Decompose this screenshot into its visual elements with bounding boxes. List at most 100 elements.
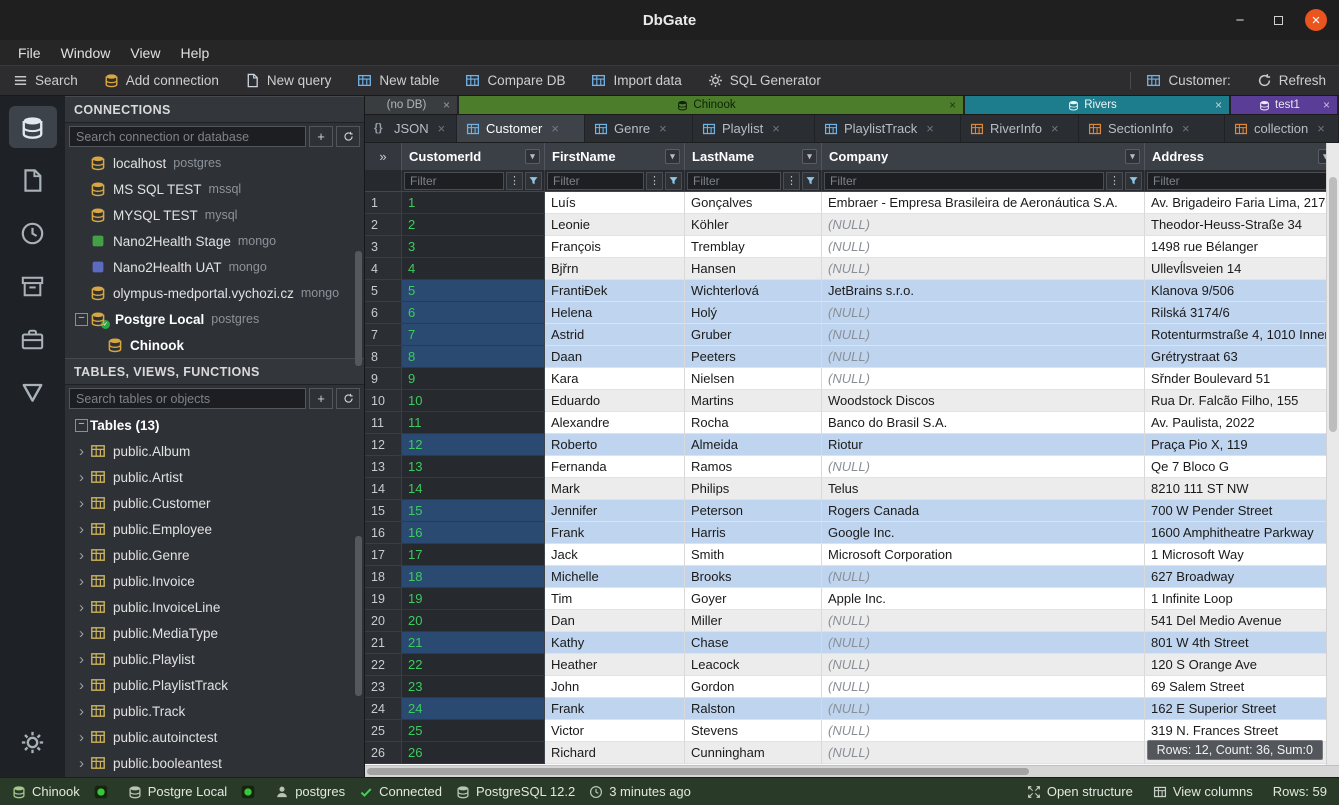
table-item[interactable]: public.PlaylistTrack [65, 672, 364, 698]
toolbar-button[interactable]: Add connection [91, 66, 232, 95]
table-row[interactable]: 11LuísGonçalvesEmbraer - Empresa Brasile… [365, 192, 1339, 214]
close-icon[interactable]: × [435, 121, 449, 136]
grid-cell[interactable]: Qe 7 Bloco G [1145, 456, 1338, 478]
grid-cell[interactable]: 6 [402, 302, 545, 324]
column-dropdown-icon[interactable]: ▾ [525, 149, 540, 164]
column-header[interactable]: CustomerId ▾ [402, 143, 545, 170]
rail-item[interactable] [9, 212, 57, 254]
row-number[interactable]: 22 [365, 654, 402, 676]
connection-item[interactable]: Nano2Health UAT mongo [65, 254, 364, 280]
toolbar-button[interactable]: Customer: [1133, 66, 1243, 95]
grid-cell[interactable]: Almeida [685, 434, 822, 456]
grid-cell[interactable]: (NULL) [822, 720, 1145, 742]
grid-cell[interactable]: 120 S Orange Ave [1145, 654, 1338, 676]
expander-icon[interactable] [73, 729, 90, 746]
grid-cell[interactable]: Rocha [685, 412, 822, 434]
grid-cell[interactable]: 1 Microsoft Way [1145, 544, 1338, 566]
row-number[interactable]: 1 [365, 192, 402, 214]
row-number[interactable]: 19 [365, 588, 402, 610]
row-number[interactable]: 10 [365, 390, 402, 412]
close-icon[interactable]: × [656, 121, 670, 136]
grid-cell[interactable]: Riotur [822, 434, 1145, 456]
grid-cell[interactable]: (NULL) [822, 214, 1145, 236]
grid-cell[interactable]: (NULL) [822, 742, 1145, 764]
grid-cell[interactable]: Ramos [685, 456, 822, 478]
grid-cell[interactable]: Sřnder Boulevard 51 [1145, 368, 1338, 390]
table-item[interactable]: public.Album [65, 438, 364, 464]
expander-icon[interactable] [73, 677, 90, 694]
menu-item[interactable]: Window [51, 43, 121, 63]
grid-cell[interactable]: JetBrains s.r.o. [822, 280, 1145, 302]
row-number[interactable]: 24 [365, 698, 402, 720]
grid-cell[interactable]: Fernanda [545, 456, 685, 478]
statusbar-item[interactable]: Postgre Local [128, 784, 228, 799]
statusbar-item[interactable]: View columns [1153, 784, 1253, 799]
row-number[interactable]: 8 [365, 346, 402, 368]
table-row[interactable]: 1313FernandaRamos(NULL)Qe 7 Bloco G [365, 456, 1339, 478]
grid-cell[interactable]: Martins [685, 390, 822, 412]
file-tab[interactable]: collection × [1225, 115, 1339, 142]
expander-icon[interactable] [73, 573, 90, 590]
file-tab[interactable]: PlaylistTrack × [815, 115, 961, 142]
grid-cell[interactable]: Hansen [685, 258, 822, 280]
row-number[interactable]: 17 [365, 544, 402, 566]
grid-cell[interactable]: Gruber [685, 324, 822, 346]
grid-cell[interactable]: Jack [545, 544, 685, 566]
file-tab[interactable]: Customer × [457, 115, 585, 142]
row-number[interactable]: 13 [365, 456, 402, 478]
table-row[interactable]: 77AstridGruber(NULL)Rotenturmstraße 4, 1… [365, 324, 1339, 346]
grid-cell[interactable]: (NULL) [822, 368, 1145, 390]
grid-cell[interactable]: Miller [685, 610, 822, 632]
grid-cell[interactable]: Tim [545, 588, 685, 610]
expander-icon[interactable] [73, 419, 90, 432]
expander-icon[interactable] [73, 495, 90, 512]
scrollbar-thumb[interactable] [1329, 177, 1337, 432]
statusbar-item[interactable] [94, 784, 114, 799]
statusbar-item[interactable]: Chinook [12, 784, 80, 799]
add-connection-icon[interactable]: + [309, 126, 333, 147]
statusbar-item[interactable]: Rows: 59 [1273, 784, 1327, 799]
grid-cell[interactable]: Chase [685, 632, 822, 654]
table-row[interactable]: 1717JackSmithMicrosoft Corporation1 Micr… [365, 544, 1339, 566]
grid-cell[interactable]: 8 [402, 346, 545, 368]
connection-item[interactable]: MYSQL TEST mysql [65, 202, 364, 228]
grid-cell[interactable]: 1 [402, 192, 545, 214]
grid-cell[interactable]: Av. Brigadeiro Faria Lima, 2170 [1145, 192, 1338, 214]
rail-item[interactable] [9, 159, 57, 201]
table-item[interactable]: public.Playlist [65, 646, 364, 672]
grid-cell[interactable]: Frank [545, 522, 685, 544]
column-header[interactable]: FirstName ▾ [545, 143, 685, 170]
file-tab[interactable]: RiverInfo × [961, 115, 1079, 142]
grid-cell[interactable]: (NULL) [822, 302, 1145, 324]
grid-cell[interactable]: Michelle [545, 566, 685, 588]
menu-item[interactable]: File [8, 43, 51, 63]
grid-cell[interactable]: Luís [545, 192, 685, 214]
row-number[interactable]: 25 [365, 720, 402, 742]
statusbar-item[interactable]: Open structure [1027, 784, 1133, 799]
close-icon[interactable]: × [440, 98, 453, 112]
grid-cell[interactable]: Leonie [545, 214, 685, 236]
menu-item[interactable]: Help [170, 43, 219, 63]
grid-cell[interactable]: 14 [402, 478, 545, 500]
rail-item[interactable] [9, 265, 57, 307]
grid-cell[interactable]: Jennifer [545, 500, 685, 522]
filter-funnel-icon[interactable] [1125, 172, 1142, 190]
grid-cell[interactable]: (NULL) [822, 258, 1145, 280]
grid-cell[interactable]: Praça Pio X, 119 [1145, 434, 1338, 456]
filter-input[interactable] [824, 172, 1104, 190]
grid-cell[interactable]: 9 [402, 368, 545, 390]
grid-cell[interactable]: Av. Paulista, 2022 [1145, 412, 1338, 434]
grid-cell[interactable]: 20 [402, 610, 545, 632]
grid-cell[interactable]: 16 [402, 522, 545, 544]
vertical-scrollbar[interactable] [1326, 143, 1339, 765]
row-number[interactable]: 26 [365, 742, 402, 764]
grid-cell[interactable]: Embraer - Empresa Brasileira de Aeronáut… [822, 192, 1145, 214]
grid-cell[interactable]: Helena [545, 302, 685, 324]
close-icon[interactable]: × [923, 121, 937, 136]
table-row[interactable]: 1919TimGoyerApple Inc.1 Infinite Loop [365, 588, 1339, 610]
grid-cell[interactable]: Kara [545, 368, 685, 390]
table-row[interactable]: 1515JenniferPetersonRogers Canada700 W P… [365, 500, 1339, 522]
grid-cell[interactable]: Grétrystraat 63 [1145, 346, 1338, 368]
row-number[interactable]: 2 [365, 214, 402, 236]
grid-cell[interactable]: Goyer [685, 588, 822, 610]
